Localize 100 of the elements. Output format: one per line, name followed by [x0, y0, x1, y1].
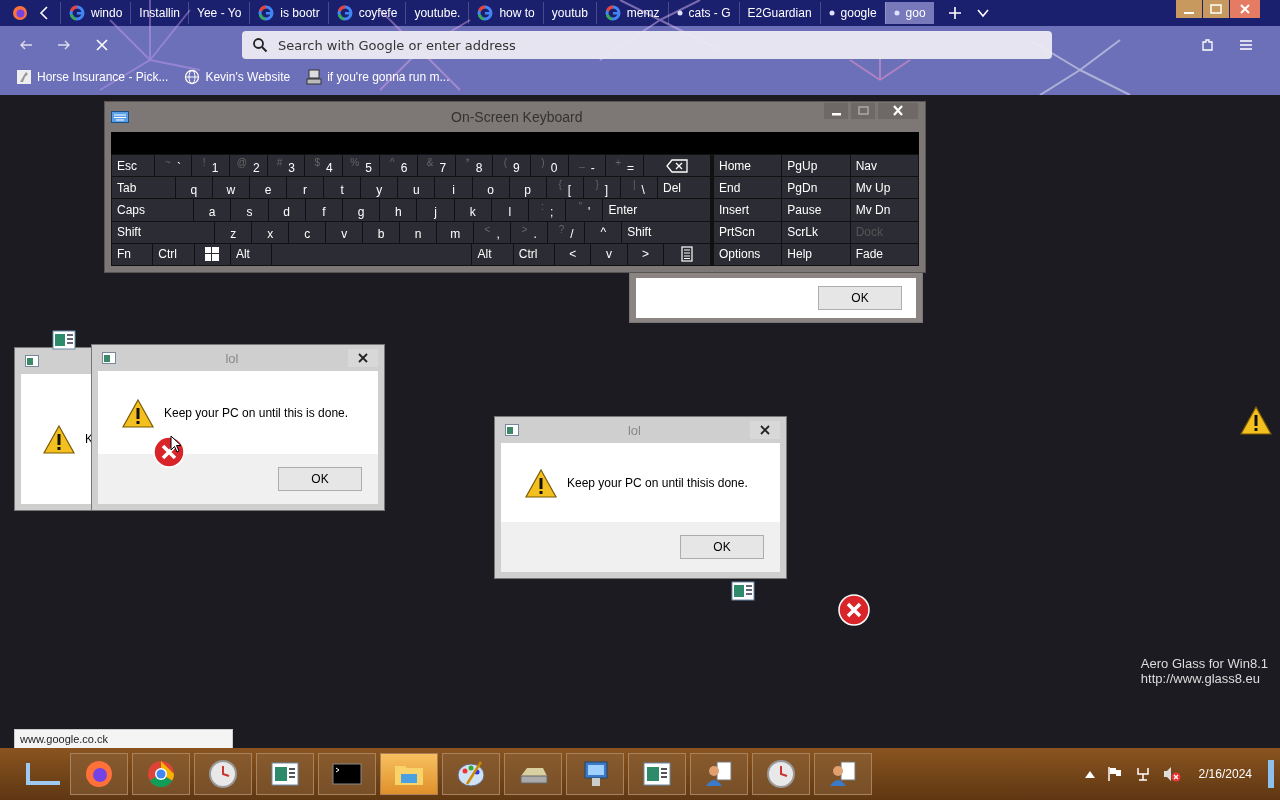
keyboard-key[interactable]: Mv Dn	[850, 199, 918, 221]
keyboard-key[interactable]: t	[324, 177, 361, 199]
keyboard-key[interactable]: ^	[585, 221, 622, 243]
keyboard-key[interactable]: * 8	[455, 155, 493, 177]
keyboard-key[interactable]: Fade	[850, 243, 918, 265]
keyboard-key[interactable]: Ctrl	[513, 243, 555, 265]
keyboard-key[interactable]: y	[361, 177, 398, 199]
browser-tab[interactable]: youtub	[542, 2, 596, 24]
keyboard-key[interactable]: d	[268, 199, 305, 221]
ok-button[interactable]: OK	[278, 467, 362, 491]
keyboard-key[interactable]: l	[491, 199, 529, 221]
keyboard-key[interactable]: Alt	[230, 243, 272, 265]
ok-button[interactable]: OK	[680, 535, 764, 559]
keyboard-key[interactable]: z	[215, 221, 252, 243]
browser-tab[interactable]: youtube.	[405, 2, 469, 24]
chevron-icon[interactable]	[38, 5, 50, 21]
keyboard-key[interactable]: PrtScn	[714, 221, 782, 243]
firefox-icon[interactable]	[83, 758, 115, 790]
browser-tab[interactable]: memz	[595, 2, 668, 24]
browser-tab[interactable]: how to	[468, 2, 543, 24]
speaker-muted-icon[interactable]	[1162, 766, 1181, 782]
keyboard-key[interactable]: Shift	[112, 221, 215, 243]
keyboard-key[interactable]: Mv Up	[850, 177, 918, 199]
keyboard-key[interactable]: ! 1	[192, 155, 229, 177]
network-icon[interactable]	[1134, 766, 1151, 782]
menu-icon[interactable]	[1238, 37, 1254, 53]
keyboard-key[interactable]: w	[212, 177, 249, 199]
keyboard-key[interactable]: b	[363, 221, 400, 243]
browser-tab[interactable]: google	[819, 2, 885, 24]
close-icon[interactable]	[750, 421, 780, 439]
keyboard-key[interactable]: ^ 6	[380, 155, 418, 177]
keyboard-key[interactable]: k	[454, 199, 491, 221]
keyboard-key[interactable]: >	[627, 243, 664, 265]
ok-button[interactable]: OK	[818, 286, 902, 310]
keyboard-key[interactable]: < ,	[474, 221, 511, 243]
keyboard-key[interactable]: Esc	[112, 155, 154, 177]
keyboard-key[interactable]: ) 0	[531, 155, 568, 177]
keyboard-key[interactable]: : ;	[529, 199, 566, 221]
keyboard-key[interactable]: <	[555, 243, 591, 265]
keyboard-key[interactable]: } ]	[583, 177, 620, 199]
browser-tab[interactable]: Yee - Yo	[188, 2, 250, 24]
keyboard-key[interactable]: Nav	[850, 155, 918, 177]
keyboard-key[interactable]: PgUp	[782, 155, 850, 177]
keyboard-key[interactable]: Pause	[782, 199, 850, 221]
keyboard-key[interactable]: % 5	[342, 155, 380, 177]
keyboard-key[interactable]: PgDn	[782, 177, 850, 199]
browser-tab[interactable]: E2Guardian	[738, 2, 820, 24]
keyboard-key[interactable]: h	[380, 199, 417, 221]
keyboard-key[interactable]: Shift	[622, 221, 710, 243]
minimize-icon[interactable]	[1176, 0, 1202, 18]
keyboard-key[interactable]: _ -	[568, 155, 606, 177]
keyboard-key[interactable]: Enter	[603, 199, 710, 221]
chrome-icon[interactable]	[145, 758, 177, 790]
keyboard-key[interactable]: o	[472, 177, 509, 199]
keyboard-key[interactable]: Insert	[714, 199, 782, 221]
keyboard-key[interactable]: ScrLk	[782, 221, 850, 243]
windows-logo-icon[interactable]	[204, 246, 221, 263]
keyboard-key[interactable]: v	[326, 221, 363, 243]
clock-icon[interactable]	[765, 758, 797, 790]
keyboard-key[interactable]: { [	[546, 177, 583, 199]
keyboard-key[interactable]: Fn	[112, 243, 153, 265]
keyboard-key[interactable]: Del	[658, 177, 710, 199]
keyboard-key[interactable]: u	[398, 177, 435, 199]
backspace-icon[interactable]	[665, 158, 688, 173]
keyboard-key[interactable]: Options	[714, 243, 782, 265]
keyboard-key[interactable]: @ 2	[229, 155, 267, 177]
keyboard-key[interactable]: ~ `	[154, 155, 192, 177]
new-tab-icon[interactable]	[947, 6, 962, 20]
browser-tab[interactable]: Installin	[130, 2, 189, 24]
keyboard-key[interactable]: Caps	[112, 199, 194, 221]
minimize-icon[interactable]	[823, 102, 849, 120]
keyboard-key[interactable]: Alt	[472, 243, 513, 265]
keyboard-key[interactable]: i	[435, 177, 472, 199]
keyboard-key[interactable]: x	[252, 221, 289, 243]
keyboard-key[interactable]: a	[194, 199, 231, 221]
bookmark-link[interactable]: if you're gonna run m...	[306, 69, 450, 85]
puzzle-icon[interactable]	[1200, 37, 1216, 53]
keyboard-key[interactable]: Home	[714, 155, 782, 177]
keyboard-key[interactable]: j	[417, 199, 454, 221]
keyboard-key[interactable]: End	[714, 177, 782, 199]
tray-date[interactable]: 2/16/2024	[1198, 767, 1252, 781]
flag-icon[interactable]	[1106, 766, 1123, 782]
clock-icon[interactable]	[207, 758, 239, 790]
keyboard-key[interactable]: g	[342, 199, 380, 221]
address-field[interactable]: Search with Google or enter address	[242, 31, 1052, 59]
keyboard-key[interactable]: n	[400, 221, 437, 243]
keyboard-key[interactable]: $ 4	[305, 155, 342, 177]
keyboard-key[interactable]: s	[231, 199, 268, 221]
keyboard-key[interactable]: c	[289, 221, 326, 243]
keyboard-key[interactable]: " '	[566, 199, 603, 221]
bookmark-link[interactable]: Kevin's Website	[184, 69, 291, 85]
keyboard-key[interactable]: r	[287, 177, 324, 199]
keyboard-key[interactable]: Tab	[112, 177, 175, 199]
keyboard-key[interactable]: ? /	[548, 221, 585, 243]
keyboard-key[interactable]: Ctrl	[153, 243, 194, 265]
keyboard-key[interactable]: q	[175, 177, 212, 199]
close-icon[interactable]	[877, 102, 919, 120]
keyboard-key[interactable]: | \	[620, 177, 657, 199]
browser-tab[interactable]: goo	[884, 2, 934, 24]
browser-tab[interactable]: cats - G	[667, 2, 739, 24]
